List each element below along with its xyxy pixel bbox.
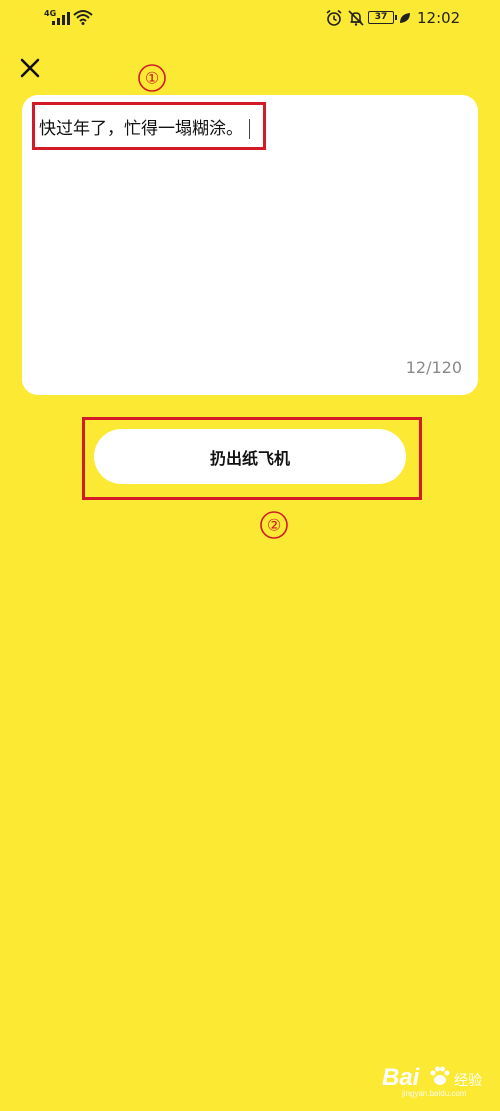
annotation-highlight-button (82, 417, 422, 500)
power-saving-leaf-icon (400, 13, 410, 23)
mute-icon (348, 10, 364, 26)
close-icon[interactable] (16, 54, 44, 82)
baidu-jingyan-watermark: Bai 经验 jingyan.baidu.com (380, 1058, 490, 1098)
annotation-marker-1-text: ① (145, 69, 159, 88)
battery-level: 37 (374, 12, 388, 22)
annotation-marker-2: ② (260, 511, 288, 539)
battery-icon: 37 (368, 11, 397, 24)
watermark-url: jingyan.baidu.com (402, 1089, 467, 1098)
watermark-brand: Bai (382, 1064, 420, 1091)
annotation-highlight-text (32, 102, 266, 150)
watermark-suffix: 经验 (454, 1073, 482, 1089)
character-counter: 12/120 (405, 358, 462, 377)
status-time: 12:02 (417, 9, 461, 27)
annotation-marker-2-text: ② (267, 516, 281, 535)
wifi-icon (73, 10, 93, 25)
signal-icon (52, 11, 72, 25)
alarm-icon (326, 9, 342, 26)
status-bar: 4G 37 12:02 (0, 0, 500, 36)
paw-logo-icon (430, 1066, 450, 1085)
annotation-marker-1: ① (138, 64, 166, 92)
